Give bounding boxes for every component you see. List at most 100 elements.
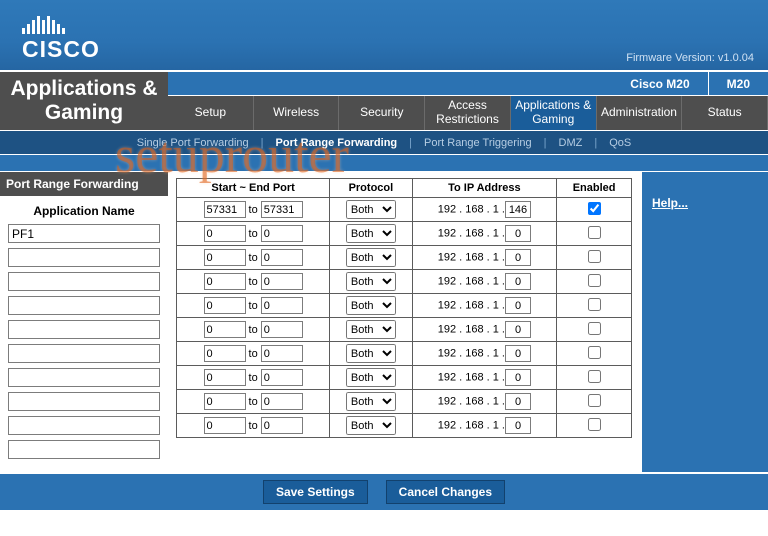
- to-label: to: [246, 276, 261, 288]
- nav-row: Applications & Gaming Cisco M20 M20 Setu…: [0, 72, 768, 130]
- rule-row: to Both 192 . 168 . 1 .: [177, 270, 632, 294]
- enabled-checkbox-3[interactable]: [588, 274, 601, 287]
- application-name-input-4[interactable]: [8, 320, 160, 339]
- rule-row: toBoth192 . 168 . 1 .: [177, 246, 632, 270]
- enabled-checkbox-2[interactable]: [588, 250, 601, 263]
- ip-prefix: 192 . 168 . 1 .: [438, 276, 505, 288]
- ip-last-octet-input-0[interactable]: [505, 201, 531, 218]
- ip-last-octet-input-5[interactable]: [505, 321, 531, 338]
- protocol-select-0[interactable]: Both: [346, 200, 396, 219]
- tab-administration[interactable]: Administration: [597, 96, 683, 130]
- start-port-input-8[interactable]: [204, 393, 246, 410]
- brand-label: CISCO: [22, 36, 100, 63]
- model-row: Cisco M20 M20: [168, 72, 768, 96]
- ip-last-octet-input-8[interactable]: [505, 393, 531, 410]
- enabled-checkbox-6[interactable]: [588, 346, 601, 359]
- tab-status[interactable]: Status: [682, 96, 768, 130]
- end-port-input-7[interactable]: [261, 369, 303, 386]
- application-name-input-0[interactable]: [8, 224, 160, 243]
- rule-row: toBoth192 . 168 . 1 .: [177, 390, 632, 414]
- start-port-input-9[interactable]: [204, 417, 246, 434]
- ip-prefix: 192 . 168 . 1 .: [438, 204, 505, 216]
- model-primary: Cisco M20: [612, 72, 707, 96]
- end-port-input-6[interactable]: [261, 345, 303, 362]
- ip-prefix: 192 . 168 . 1 .: [438, 252, 505, 264]
- protocol-select-8[interactable]: Both: [346, 392, 396, 411]
- protocol-select-6[interactable]: Both: [346, 344, 396, 363]
- help-panel: Help...: [640, 172, 768, 472]
- help-link[interactable]: Help...: [652, 196, 688, 210]
- start-port-input-3[interactable]: [204, 273, 246, 290]
- to-label: to: [246, 324, 261, 336]
- sub-nav: Single Port Forwarding | Port Range Forwar…: [0, 130, 768, 154]
- ip-last-octet-input-6[interactable]: [505, 345, 531, 362]
- ip-prefix: 192 . 168 . 1 .: [438, 300, 505, 312]
- application-name-input-8[interactable]: [8, 416, 160, 435]
- end-port-input-3[interactable]: [261, 273, 303, 290]
- protocol-select-7[interactable]: Both: [346, 368, 396, 387]
- enabled-checkbox-4[interactable]: [588, 298, 601, 311]
- model-secondary: M20: [708, 72, 768, 96]
- ip-last-octet-input-9[interactable]: [505, 417, 531, 434]
- application-name-input-7[interactable]: [8, 392, 160, 411]
- tab-wireless[interactable]: Wireless: [254, 96, 340, 130]
- tab-applications-gaming[interactable]: Applications & Gaming: [511, 96, 597, 130]
- save-settings-button[interactable]: Save Settings: [263, 480, 368, 504]
- start-port-input-0[interactable]: [204, 201, 246, 218]
- to-label: to: [246, 372, 261, 384]
- application-name-input-6[interactable]: [8, 368, 160, 387]
- end-port-input-0[interactable]: [261, 201, 303, 218]
- subtab-dmz[interactable]: DMZ: [559, 137, 583, 149]
- protocol-select-5[interactable]: Both: [346, 320, 396, 339]
- ip-last-octet-input-4[interactable]: [505, 297, 531, 314]
- start-port-input-7[interactable]: [204, 369, 246, 386]
- protocol-select-9[interactable]: Both: [346, 416, 396, 435]
- rule-row: toBoth192 . 168 . 1 .: [177, 414, 632, 438]
- separator: |: [261, 137, 264, 149]
- ip-last-octet-input-3[interactable]: [505, 273, 531, 290]
- end-port-input-8[interactable]: [261, 393, 303, 410]
- to-label: to: [246, 348, 261, 360]
- subtab-port-range-triggering[interactable]: Port Range Triggering: [424, 137, 532, 149]
- start-port-input-2[interactable]: [204, 249, 246, 266]
- tab-access-restrictions[interactable]: Access Restrictions: [425, 96, 511, 130]
- protocol-select-4[interactable]: Both: [346, 296, 396, 315]
- application-name-input-5[interactable]: [8, 344, 160, 363]
- enabled-checkbox-5[interactable]: [588, 322, 601, 335]
- start-port-input-5[interactable]: [204, 321, 246, 338]
- ip-last-octet-input-2[interactable]: [505, 249, 531, 266]
- start-port-input-6[interactable]: [204, 345, 246, 362]
- end-port-input-5[interactable]: [261, 321, 303, 338]
- application-name-input-2[interactable]: [8, 272, 160, 291]
- protocol-select-2[interactable]: Both: [346, 248, 396, 267]
- enabled-checkbox-7[interactable]: [588, 370, 601, 383]
- enabled-checkbox-9[interactable]: [588, 418, 601, 431]
- tab-setup[interactable]: Setup: [168, 96, 254, 130]
- start-port-input-1[interactable]: [204, 225, 246, 242]
- end-port-input-1[interactable]: [261, 225, 303, 242]
- end-port-input-4[interactable]: [261, 297, 303, 314]
- left-column: Port Range Forwarding Application Name: [0, 172, 168, 472]
- start-port-input-4[interactable]: [204, 297, 246, 314]
- subtab-qos[interactable]: QoS: [609, 137, 631, 149]
- subtab-port-range-forwarding[interactable]: Port Range Forwarding: [276, 137, 398, 149]
- ip-last-octet-input-1[interactable]: [505, 225, 531, 242]
- application-name-input-9[interactable]: [8, 440, 160, 459]
- protocol-select-3[interactable]: Both: [346, 272, 396, 291]
- enabled-checkbox-8[interactable]: [588, 394, 601, 407]
- cancel-changes-button[interactable]: Cancel Changes: [386, 480, 505, 504]
- rules-panel: Start ~ End Port Protocol To IP Address …: [168, 172, 640, 472]
- ip-prefix: 192 . 168 . 1 .: [438, 348, 505, 360]
- tab-security[interactable]: Security: [339, 96, 425, 130]
- ip-last-octet-input-7[interactable]: [505, 369, 531, 386]
- application-name-input-3[interactable]: [8, 296, 160, 315]
- ip-prefix: 192 . 168 . 1 .: [438, 228, 505, 240]
- subtab-single-port-forwarding[interactable]: Single Port Forwarding: [137, 137, 249, 149]
- protocol-select-1[interactable]: Both: [346, 224, 396, 243]
- enabled-checkbox-0[interactable]: [588, 202, 601, 215]
- end-port-input-9[interactable]: [261, 417, 303, 434]
- end-port-input-2[interactable]: [261, 249, 303, 266]
- rule-row: toBoth192 . 168 . 1 .: [177, 318, 632, 342]
- application-name-input-1[interactable]: [8, 248, 160, 267]
- enabled-checkbox-1[interactable]: [588, 226, 601, 239]
